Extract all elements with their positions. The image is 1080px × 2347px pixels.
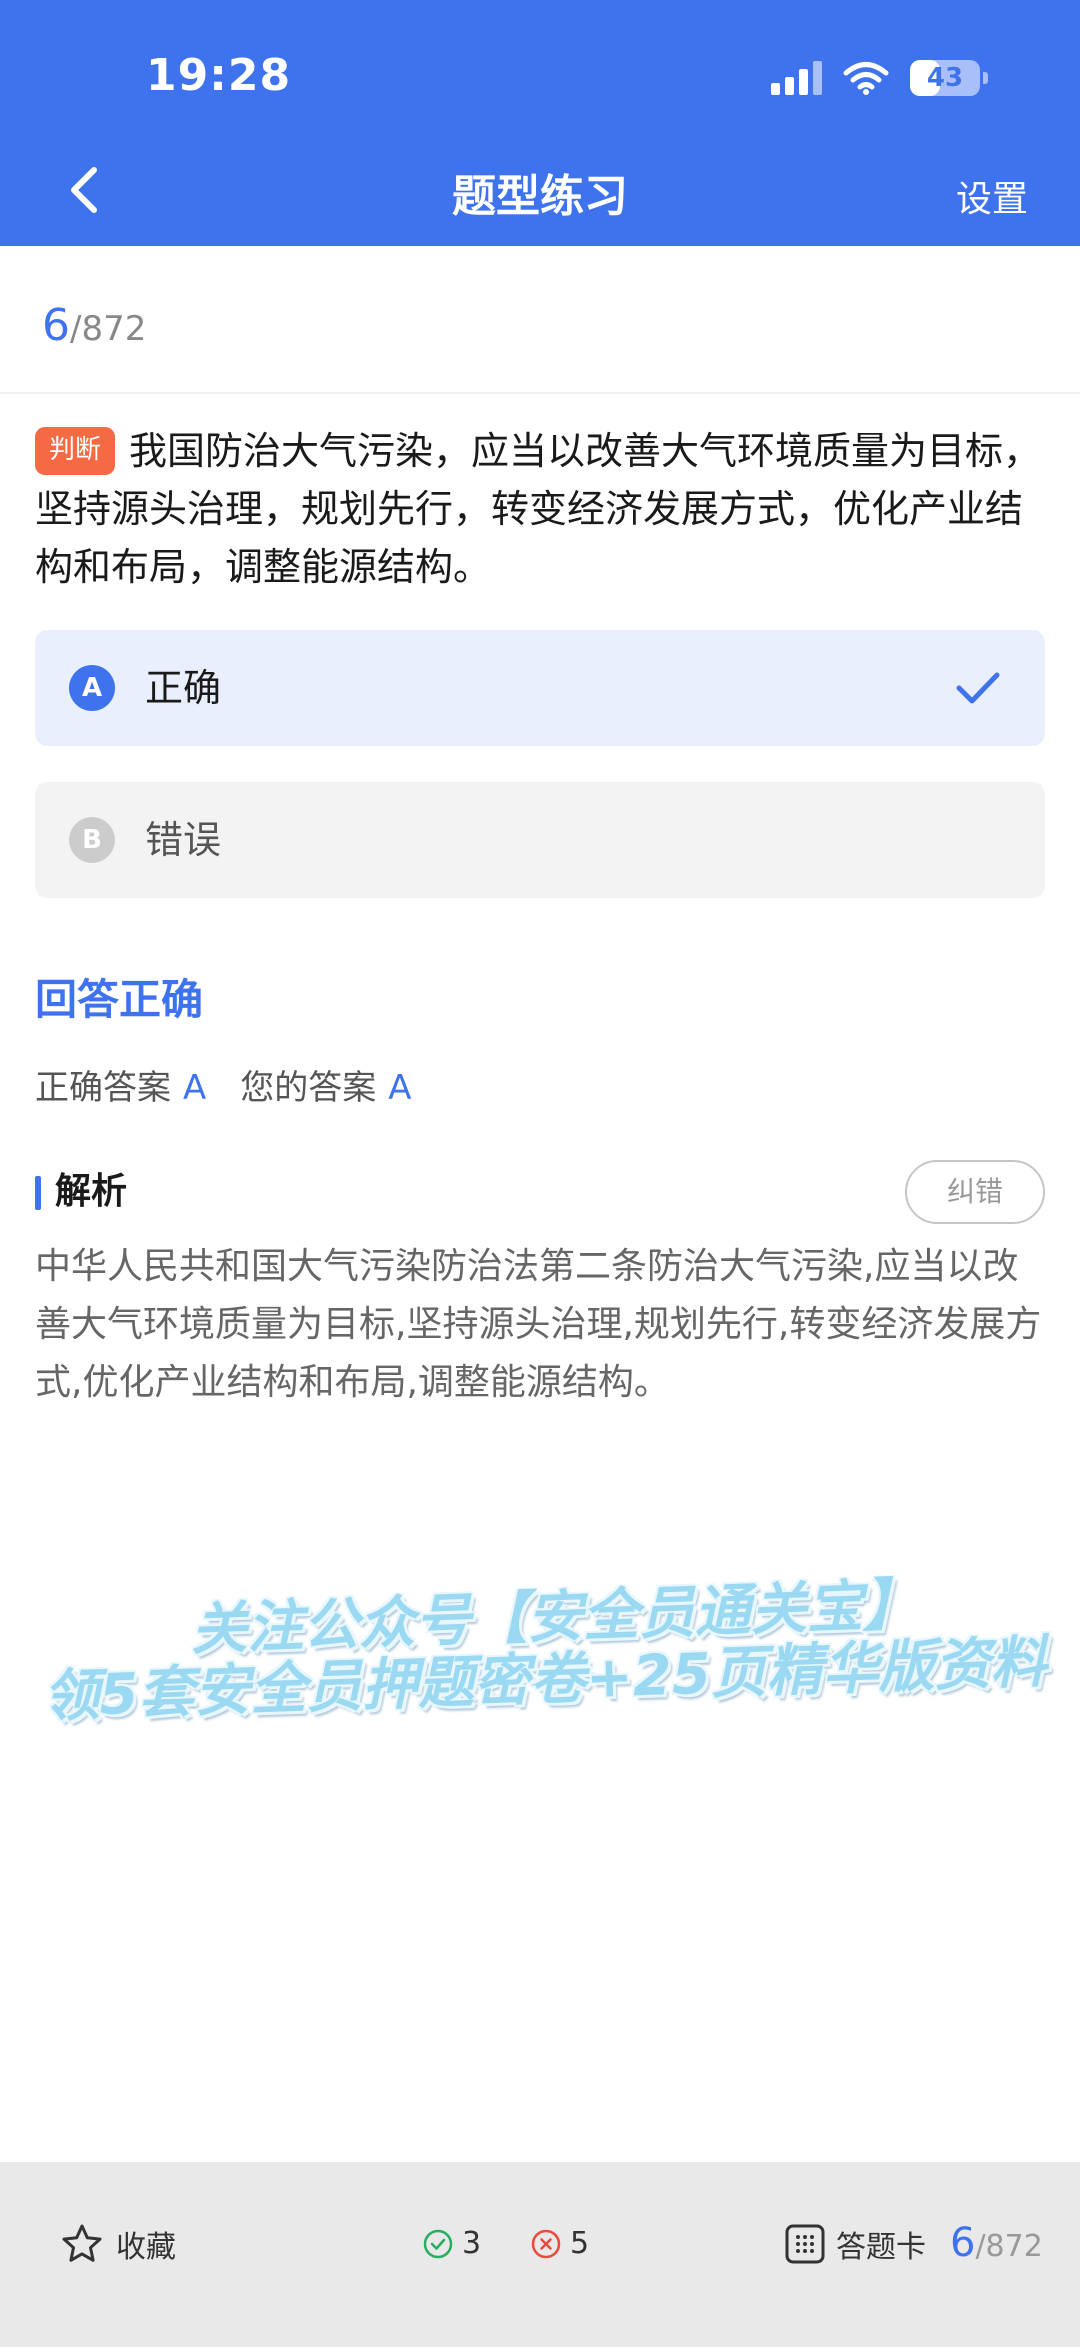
correct-answer-label: 正确答案: [35, 1068, 171, 1108]
favorite-label: 收藏: [116, 2230, 176, 2265]
star-icon: [62, 2224, 102, 2262]
question-progress: 6/872: [42, 300, 146, 351]
answer-summary: 正确答案 A 您的答案 A: [35, 1060, 446, 1109]
report-error-button[interactable]: 纠错: [905, 1160, 1045, 1224]
question-body: 判断 我国防治大气污染，应当以改善大气环境质量为目标，坚持源头治理，规划先行，转变…: [35, 422, 1047, 596]
status-time: 19:28: [146, 50, 292, 101]
cellular-signal-icon: [771, 61, 822, 95]
bottom-bar: 收藏 3 5 答题卡 6/872: [0, 2162, 1080, 2347]
option-b-letter: B: [69, 817, 115, 863]
correct-count: 3: [422, 2226, 481, 2261]
page-title: 题型练习: [452, 171, 628, 222]
your-answer-label: 您的答案: [240, 1068, 377, 1108]
option-b-text: 错误: [145, 818, 222, 862]
divider: [0, 392, 1080, 394]
wrong-count-value: 5: [570, 2226, 590, 2261]
x-circle-icon: [531, 2229, 561, 2258]
check-circle-icon: [423, 2229, 453, 2258]
result-title: 回答正确: [35, 975, 204, 1024]
analysis-title: 解析: [35, 1170, 127, 1214]
battery-level-text: 43: [926, 63, 964, 93]
correct-count-value: 3: [462, 2226, 482, 2261]
footer-progress-total: /872: [975, 2229, 1043, 2264]
answer-card-button[interactable]: 答题卡: [784, 2222, 926, 2266]
promo-watermark: 关注公众号【安全员通关宝】 领5套安全员押题密卷+25页精华版资料: [40, 1568, 1080, 1729]
your-answer-value: A: [388, 1068, 412, 1108]
correct-answer-value: A: [183, 1068, 207, 1108]
option-a[interactable]: A 正确: [35, 630, 1045, 746]
status-icons: 43: [771, 58, 988, 98]
footer-progress-current: 6: [950, 2220, 976, 2266]
progress-total: /872: [70, 309, 147, 349]
wrong-count: 5: [530, 2226, 589, 2261]
answer-card-label: 答题卡: [836, 2230, 926, 2265]
question-type-badge: 判断: [35, 427, 116, 475]
footer-progress: 6/872: [950, 2220, 1043, 2266]
battery-icon: 43: [910, 60, 988, 96]
question-text: 我国防治大气污染，应当以改善大气环境质量为目标，坚持源头治理，规划先行，转变经济…: [35, 429, 1042, 589]
favorite-button[interactable]: 收藏: [60, 2222, 176, 2266]
option-b[interactable]: B 错误: [35, 782, 1045, 898]
analysis-text: 中华人民共和国大气污染防治法第二条防治大气污染,应当以改善大气环境质量为目标,坚…: [35, 1246, 1042, 1403]
app-header: 19:28 43 题型练习 设置: [0, 0, 1080, 246]
settings-button[interactable]: 设置: [956, 170, 1028, 222]
option-a-text: 正确: [145, 666, 222, 710]
option-a-letter: A: [69, 665, 115, 711]
wifi-icon: [843, 62, 889, 95]
checkmark-icon: [956, 672, 1000, 704]
grid-icon: [785, 2224, 825, 2264]
progress-current: 6: [42, 300, 70, 351]
